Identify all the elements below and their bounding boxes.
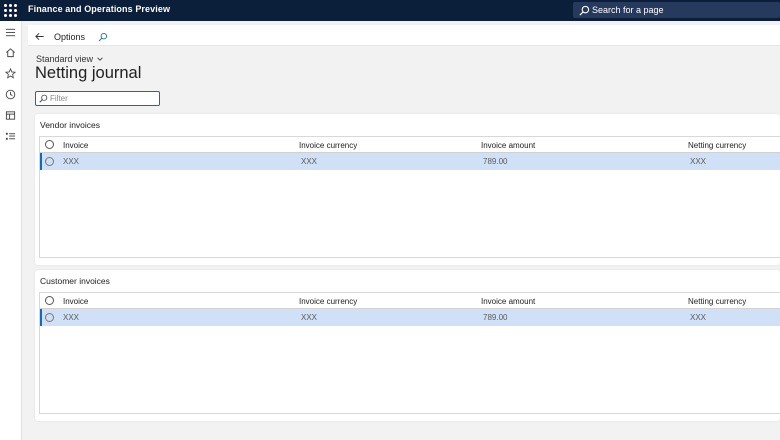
column-header-invoice[interactable]: Invoice (63, 297, 88, 306)
column-header-netting-currency[interactable]: Netting currency (688, 141, 746, 150)
customer-invoices-section: Customer invoices Invoice Invoice curren… (35, 270, 780, 421)
cell-invoice-currency[interactable]: XXX (301, 313, 317, 322)
page-title: Netting journal (35, 64, 142, 82)
top-navigation-bar: Finance and Operations Preview Search fo… (0, 0, 780, 21)
cell-invoice[interactable]: XXX (63, 157, 79, 166)
vendor-invoices-section: Vendor invoices Invoice Invoice currency… (35, 114, 780, 265)
search-icon (39, 94, 48, 103)
left-navigation-pane (0, 21, 22, 440)
global-search[interactable]: Search for a page (573, 2, 780, 18)
column-header-invoice-currency[interactable]: Invoice currency (299, 297, 357, 306)
filter-box[interactable] (35, 91, 160, 106)
column-header-netting-currency[interactable]: Netting currency (688, 297, 746, 306)
grid-header: Invoice Invoice currency Invoice amount … (40, 293, 780, 309)
table-row[interactable]: XXX XXX 789.00 XXX (40, 309, 780, 326)
clock-icon[interactable] (4, 88, 17, 101)
app-title[interactable]: Finance and Operations Preview (28, 4, 170, 14)
filter-input[interactable] (50, 94, 150, 103)
select-all-radio[interactable] (45, 296, 54, 305)
app-launcher-icon[interactable] (4, 4, 17, 17)
select-all-radio[interactable] (45, 140, 54, 149)
cell-invoice-amount[interactable]: 789.00 (483, 157, 507, 166)
column-header-invoice-currency[interactable]: Invoice currency (299, 141, 357, 150)
section-title-customer[interactable]: Customer invoices (40, 276, 110, 286)
view-label: Standard view (36, 54, 94, 64)
row-select-radio[interactable] (45, 157, 54, 166)
action-search-icon[interactable] (98, 29, 110, 42)
customer-invoices-grid: Invoice Invoice currency Invoice amount … (39, 292, 780, 414)
hamburger-menu-icon[interactable] (4, 26, 17, 39)
column-header-invoice-amount[interactable]: Invoice amount (481, 141, 535, 150)
cell-invoice-currency[interactable]: XXX (301, 157, 317, 166)
action-pane: Options (28, 25, 780, 46)
vendor-invoices-grid: Invoice Invoice currency Invoice amount … (39, 136, 780, 258)
column-header-invoice-amount[interactable]: Invoice amount (481, 297, 535, 306)
column-header-invoice[interactable]: Invoice (63, 141, 88, 150)
star-icon[interactable] (4, 67, 17, 80)
cell-invoice-amount[interactable]: 789.00 (483, 313, 507, 322)
view-selector[interactable]: Standard view (36, 54, 104, 64)
options-tab[interactable]: Options (54, 32, 85, 42)
search-label: Search for a page (592, 5, 664, 15)
cell-netting-currency[interactable]: XXX (690, 157, 706, 166)
home-icon[interactable] (4, 46, 17, 59)
cell-invoice[interactable]: XXX (63, 313, 79, 322)
row-select-radio[interactable] (45, 313, 54, 322)
cell-netting-currency[interactable]: XXX (690, 313, 706, 322)
workspace-icon[interactable] (4, 109, 17, 122)
table-row[interactable]: XXX XXX 789.00 XXX (40, 153, 780, 170)
search-icon (579, 5, 590, 16)
back-arrow-icon[interactable] (32, 29, 46, 43)
list-icon[interactable] (4, 130, 17, 143)
grid-header: Invoice Invoice currency Invoice amount … (40, 137, 780, 153)
section-title-vendor[interactable]: Vendor invoices (40, 120, 100, 130)
chevron-down-icon (97, 57, 103, 61)
